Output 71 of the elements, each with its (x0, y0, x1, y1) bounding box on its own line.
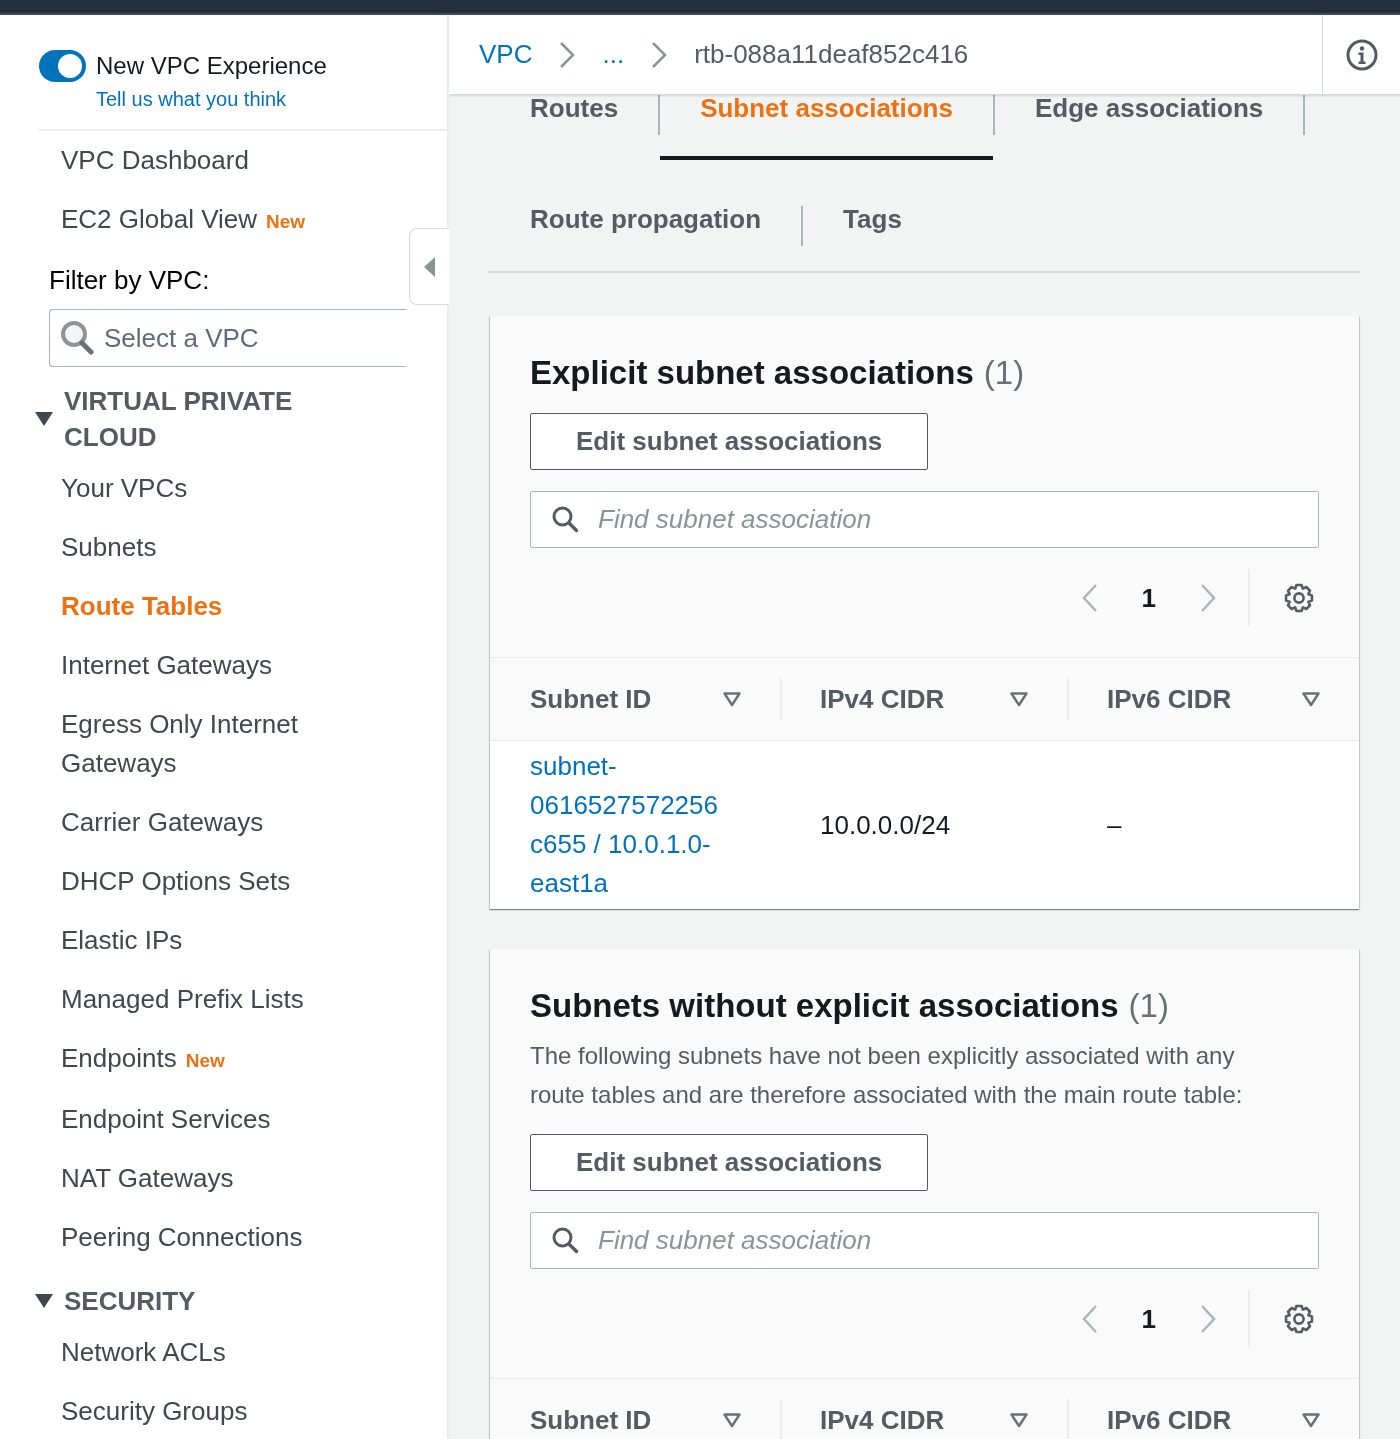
card-title: Explicit subnet associations (530, 353, 974, 393)
tab[interactable]: Route propagation (490, 206, 802, 271)
triangle-down-icon (1009, 690, 1029, 708)
gear-icon (1283, 581, 1315, 614)
item-count: (1) (1128, 986, 1169, 1026)
chevron-right-icon (651, 40, 668, 69)
section-toggle[interactable]: VIRTUAL PRIVATE CLOUD (34, 383, 344, 455)
tab[interactable]: Routes (490, 95, 659, 160)
page-number[interactable]: 1 (1141, 582, 1156, 613)
nav-link[interactable]: Internet Gateways (61, 636, 272, 695)
triangle-down-icon (722, 690, 742, 708)
column-header[interactable]: Subnet ID (490, 658, 780, 740)
nav-link[interactable]: NAT Gateways (61, 1149, 234, 1208)
caret-left-icon (424, 256, 435, 277)
new-label: New (185, 1050, 225, 1071)
search-icon (60, 320, 94, 356)
search-field[interactable]: Find subnet association (530, 491, 1319, 548)
breadcrumb-link[interactable]: VPC (479, 39, 533, 70)
gear-icon (1283, 1302, 1315, 1335)
nav-link[interactable]: VPC Dashboard (61, 131, 249, 190)
search-field[interactable]: Find subnet association (530, 1212, 1319, 1269)
new-label: New (266, 211, 306, 232)
settings-button[interactable] (1283, 581, 1315, 614)
nav-link[interactable]: Elastic IPs (61, 911, 183, 970)
nav-link[interactable]: Egress Only Internet Gateways (61, 695, 361, 793)
toggle-label: New VPC Experience (96, 51, 327, 81)
triangle-down-icon (1009, 1411, 1029, 1429)
filter-label: Filter by VPC: (49, 265, 210, 295)
nav-link[interactable]: Managed Prefix Lists (61, 970, 304, 1029)
toggle-switch[interactable] (39, 50, 86, 82)
search-icon (551, 1226, 579, 1254)
breadcrumb-current: rtb-088a11deaf852c416 (694, 39, 969, 70)
nav-link[interactable]: Your VPCs (61, 459, 188, 518)
tab[interactable]: Tags (803, 206, 942, 271)
edit-button[interactable]: Edit subnet associations (530, 1134, 929, 1191)
nav-link[interactable]: Peering Connections (61, 1208, 303, 1267)
nav-link[interactable]: DHCP Options Sets (61, 852, 291, 911)
table-cell-text: 10.0.0.0/24 (819, 808, 952, 842)
info-button[interactable] (1322, 15, 1400, 94)
chevron-right-icon (559, 40, 576, 69)
breadcrumb-link[interactable]: ... (602, 39, 625, 70)
nav-link[interactable]: Subnets (61, 518, 157, 577)
info-icon (1345, 38, 1378, 71)
settings-button[interactable] (1283, 1302, 1315, 1335)
vpc-filter-field[interactable]: Select a VPC (49, 309, 406, 367)
nav-link[interactable]: EC2 Global View New (61, 190, 306, 251)
item-count: (1) (983, 353, 1025, 393)
nav-link[interactable]: Security Groups (61, 1382, 248, 1439)
feedback-link[interactable]: Tell us what you think (96, 84, 287, 114)
chevron-right-icon (1199, 1303, 1217, 1334)
card-description: The following subnets have not been explicitly associated with any route tables and are therefore associated with the main route table: (530, 1041, 1244, 1110)
chevron-left-icon (1080, 1303, 1099, 1334)
edit-button[interactable]: Edit subnet associations (530, 413, 929, 470)
column-header[interactable]: Subnet ID (490, 1379, 780, 1439)
search-icon (551, 505, 579, 533)
card-title: Subnets without explicit associations (530, 986, 1119, 1026)
table-cell-text: – (1106, 808, 1123, 842)
nav-link[interactable]: Carrier Gateways (61, 793, 264, 852)
page-number[interactable]: 1 (1141, 1303, 1156, 1334)
nav-link[interactable]: Network ACLs (61, 1323, 226, 1382)
nav-link[interactable]: Endpoints New (61, 1029, 225, 1090)
chevron-right-icon (1199, 582, 1217, 613)
chevron-left-icon (1080, 582, 1099, 613)
section-toggle[interactable]: SECURITY (34, 1283, 196, 1319)
triangle-down-icon (1301, 690, 1321, 708)
nav-link[interactable]: Endpoint Services (61, 1090, 271, 1149)
triangle-down-icon (1301, 1411, 1321, 1429)
tab[interactable]: Edge associations (994, 95, 1304, 160)
triangle-down-icon (722, 1411, 742, 1429)
subnet-link[interactable]: subnet-0616527572256c655 / 10.0.1.0-east1a (530, 747, 724, 903)
collapse-sidebar-button[interactable] (409, 228, 449, 305)
